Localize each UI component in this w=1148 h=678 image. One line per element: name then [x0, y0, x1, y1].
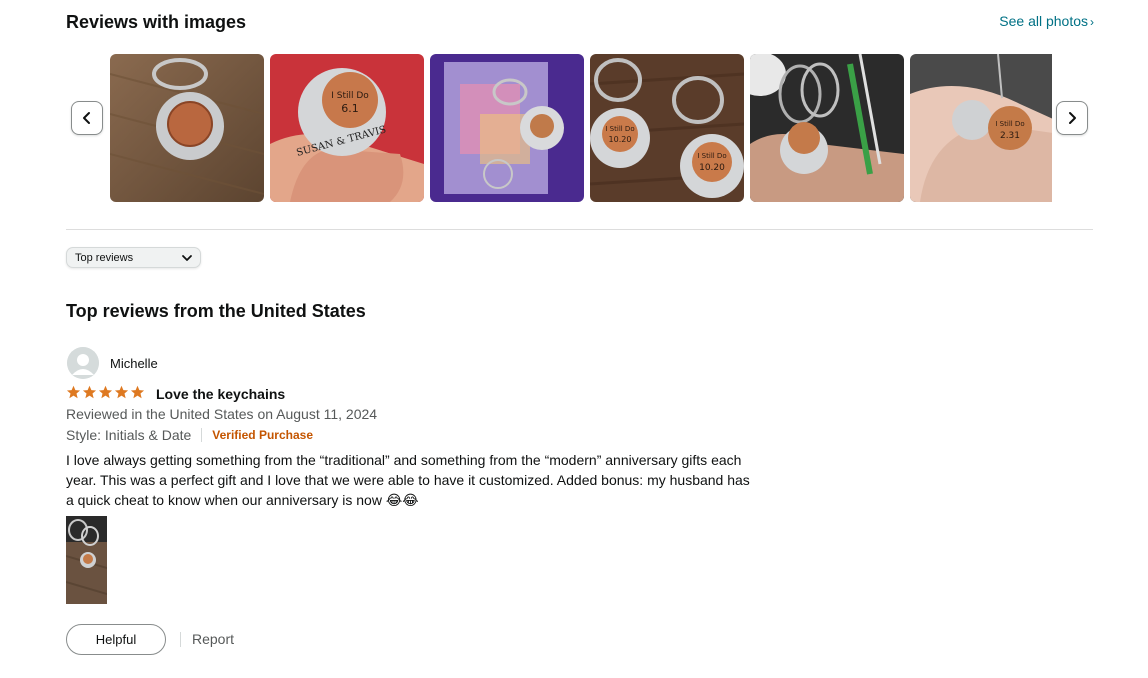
keychain-photo-3 [430, 54, 584, 202]
review-image-thumbnail[interactable] [430, 54, 584, 202]
keychain-photo-2: I Still Do 6.1 SUSAN & TRAVIS [270, 54, 424, 202]
user-avatar-icon [67, 347, 99, 379]
keychain-photo-5 [750, 54, 904, 202]
star-rating[interactable] [66, 384, 145, 400]
stamp-line-1: I Still Do [995, 120, 1024, 128]
chevron-left-icon [83, 112, 90, 124]
separator [201, 428, 203, 442]
keychain-photo-1 [110, 54, 264, 202]
chevron-right-icon [1069, 112, 1076, 124]
stamp-line-2: 6.1 [341, 102, 359, 115]
review-image-thumbnail[interactable]: I Still Do 6.1 SUSAN & TRAVIS [270, 54, 424, 202]
see-all-photos-label[interactable]: See all photos [999, 13, 1088, 29]
next-image-button[interactable] [1056, 101, 1088, 135]
review-images-carousel: I Still Do 6.1 SUSAN & TRAVIS I Still Do… [110, 54, 1052, 202]
verified-purchase-badge: Verified Purchase [212, 428, 313, 442]
stamp-line-2: 10.20 [609, 135, 632, 144]
star-icon [82, 385, 97, 399]
stamp-line-2: 2.31 [1000, 131, 1020, 141]
action-separator [180, 632, 181, 647]
review-image-thumbnail[interactable] [750, 54, 904, 202]
review-date: Reviewed in the United States on August … [66, 406, 378, 422]
keychain-photo-attached [66, 516, 107, 604]
stamp-line-1: I Still Do [605, 125, 634, 133]
keychain-photo-6: I Still Do 2.31 [910, 54, 1052, 202]
stamp-line-1: I Still Do [331, 91, 369, 101]
sort-reviews-dropdown[interactable]: Top reviews [66, 247, 201, 268]
review-title[interactable]: Love the keychains [156, 386, 285, 402]
star-icon [98, 385, 113, 399]
reviewer-name[interactable]: Michelle [110, 356, 158, 371]
star-icon [66, 385, 81, 399]
review-image-thumbnail[interactable]: I Still Do 10.20 I Still Do 10.20 [590, 54, 744, 202]
review-image-thumbnail[interactable] [110, 54, 264, 202]
reviews-with-images-title: Reviews with images [66, 12, 247, 32]
top-reviews-heading: Top reviews from the United States [66, 301, 366, 321]
keychain-photo-4: I Still Do 10.20 I Still Do 10.20 [590, 54, 744, 202]
review-image-thumbnail[interactable]: I Still Do 2.31 [910, 54, 1052, 202]
review-style-line: Style: Initials & Date Verified Purchase [66, 427, 313, 443]
chevron-down-icon [182, 255, 192, 261]
avatar [67, 347, 99, 379]
helpful-button[interactable]: Helpful [66, 624, 166, 655]
style-variant[interactable]: Style: Initials & Date [66, 427, 191, 443]
stamp-line-3: I Still Do [697, 152, 726, 160]
sort-selected-value: Top reviews [75, 251, 134, 264]
review-body: I love always getting something from the… [66, 452, 750, 508]
prev-image-button[interactable] [71, 101, 103, 135]
star-icon [114, 385, 129, 399]
stamp-line-4: 10.20 [699, 163, 725, 173]
chevron-right-icon: › [1090, 15, 1094, 29]
review-attached-image[interactable] [66, 516, 107, 604]
report-link[interactable]: Report [192, 631, 234, 647]
see-all-photos-link[interactable]: See all photos › [999, 13, 1094, 29]
section-divider [66, 229, 1093, 230]
star-icon [130, 385, 145, 399]
